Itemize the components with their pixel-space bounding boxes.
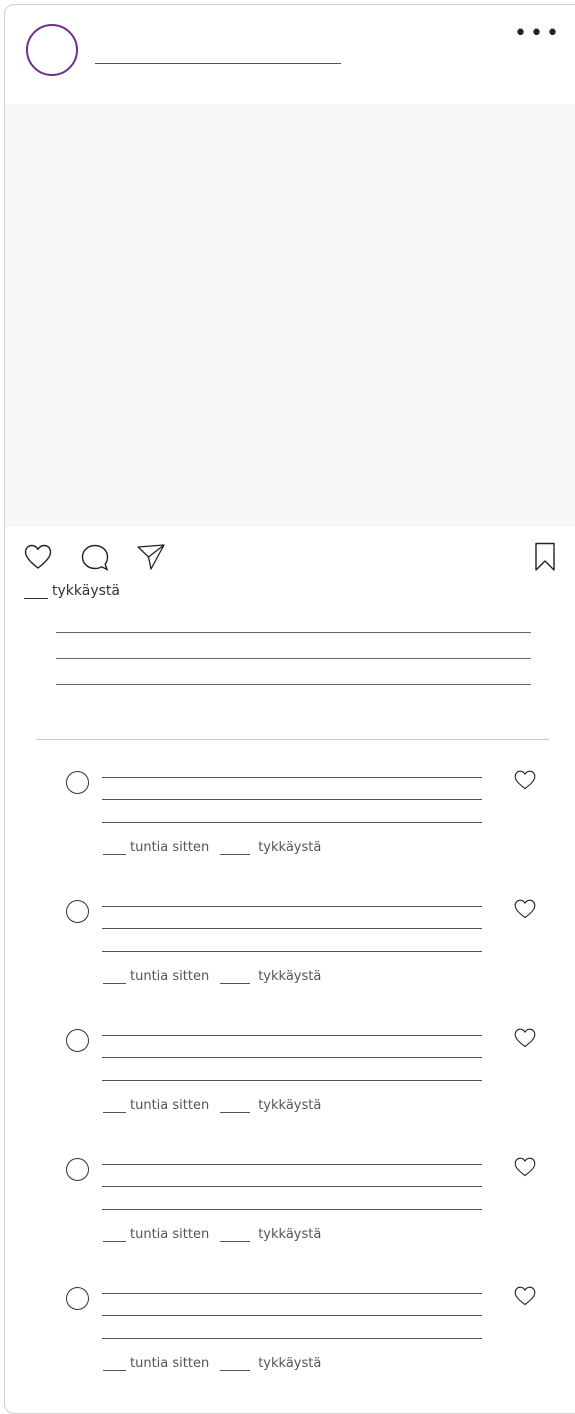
comment-like-heart-icon[interactable]	[514, 899, 536, 923]
comment-meta: tuntia sitten tykkäystä	[103, 840, 321, 855]
comment-item: tuntia sitten tykkäystä	[0, 1147, 575, 1247]
comment-item: tuntia sitten tykkäystä	[0, 1018, 575, 1118]
comment-time-label: tuntia sitten	[130, 1098, 210, 1113]
bookmark-icon[interactable]	[534, 542, 556, 572]
hours-placeholder	[103, 973, 126, 984]
comment-text-line	[102, 951, 482, 952]
commenter-avatar[interactable]	[66, 771, 89, 794]
comment-like-count-placeholder	[220, 1360, 251, 1371]
comment-likes-label[interactable]: tykkäystä	[258, 969, 321, 984]
comment-text-line	[102, 1315, 482, 1316]
comment-like-heart-icon[interactable]	[514, 1286, 536, 1310]
comment-like-heart-icon[interactable]	[514, 770, 536, 794]
comment-like-heart-icon[interactable]	[514, 1028, 536, 1052]
comment-text-line	[102, 777, 482, 778]
hours-placeholder	[103, 1231, 126, 1242]
comment-meta: tuntia sitten tykkäystä	[103, 1098, 321, 1113]
comment-bubble-icon[interactable]	[80, 543, 110, 573]
comment-item: tuntia sitten tykkäystä	[0, 760, 575, 860]
comment-like-count-placeholder	[220, 1231, 251, 1242]
comment-text-line	[102, 1164, 482, 1165]
comment-text-line	[102, 799, 482, 800]
post-image-placeholder[interactable]	[5, 104, 575, 527]
comment-item: tuntia sitten tykkäystä	[0, 1276, 575, 1376]
comment-time-label: tuntia sitten	[130, 969, 210, 984]
comment-like-count-placeholder	[220, 973, 251, 984]
post-like-count: tykkäystä	[24, 583, 120, 599]
author-username-placeholder[interactable]	[95, 63, 341, 64]
comment-time-label: tuntia sitten	[130, 1356, 210, 1371]
caption-line	[56, 684, 531, 685]
comment-text-line	[102, 906, 482, 907]
caption-line	[56, 658, 531, 659]
comment-like-heart-icon[interactable]	[514, 1157, 536, 1181]
comment-text-line	[102, 1080, 482, 1081]
caption-line	[56, 632, 531, 633]
comment-meta: tuntia sitten tykkäystä	[103, 1356, 321, 1371]
comment-text-line	[102, 1338, 482, 1339]
comment-text-line	[102, 822, 482, 823]
like-heart-icon[interactable]	[24, 544, 52, 570]
likes-label: tykkäystä	[52, 583, 120, 599]
comment-text-line	[102, 1057, 482, 1058]
comment-time-label: tuntia sitten	[130, 1227, 210, 1242]
comment-text-line	[102, 1293, 482, 1294]
comment-text-line	[102, 1186, 482, 1187]
comments-divider	[36, 739, 549, 740]
commenter-avatar[interactable]	[66, 1029, 89, 1052]
comment-meta: tuntia sitten tykkäystä	[103, 1227, 321, 1242]
comment-likes-label[interactable]: tykkäystä	[258, 1227, 321, 1242]
comment-text-line	[102, 928, 482, 929]
comment-likes-label[interactable]: tykkäystä	[258, 840, 321, 855]
comment-likes-label[interactable]: tykkäystä	[258, 1098, 321, 1113]
hours-placeholder	[103, 844, 126, 855]
more-options-icon[interactable]: •••	[514, 23, 562, 45]
comment-text-line	[102, 1035, 482, 1036]
comment-likes-label[interactable]: tykkäystä	[258, 1356, 321, 1371]
share-send-icon[interactable]	[136, 543, 166, 571]
comment-like-count-placeholder	[220, 844, 251, 855]
like-count-placeholder	[24, 586, 48, 599]
comment-like-count-placeholder	[220, 1102, 251, 1113]
comment-item: tuntia sitten tykkäystä	[0, 889, 575, 989]
comment-text-line	[102, 1209, 482, 1210]
hours-placeholder	[103, 1102, 126, 1113]
hours-placeholder	[103, 1360, 126, 1371]
commenter-avatar[interactable]	[66, 1287, 89, 1310]
comment-time-label: tuntia sitten	[130, 840, 210, 855]
comment-meta: tuntia sitten tykkäystä	[103, 969, 321, 984]
commenter-avatar[interactable]	[66, 1158, 89, 1181]
author-avatar[interactable]	[26, 24, 78, 76]
commenter-avatar[interactable]	[66, 900, 89, 923]
